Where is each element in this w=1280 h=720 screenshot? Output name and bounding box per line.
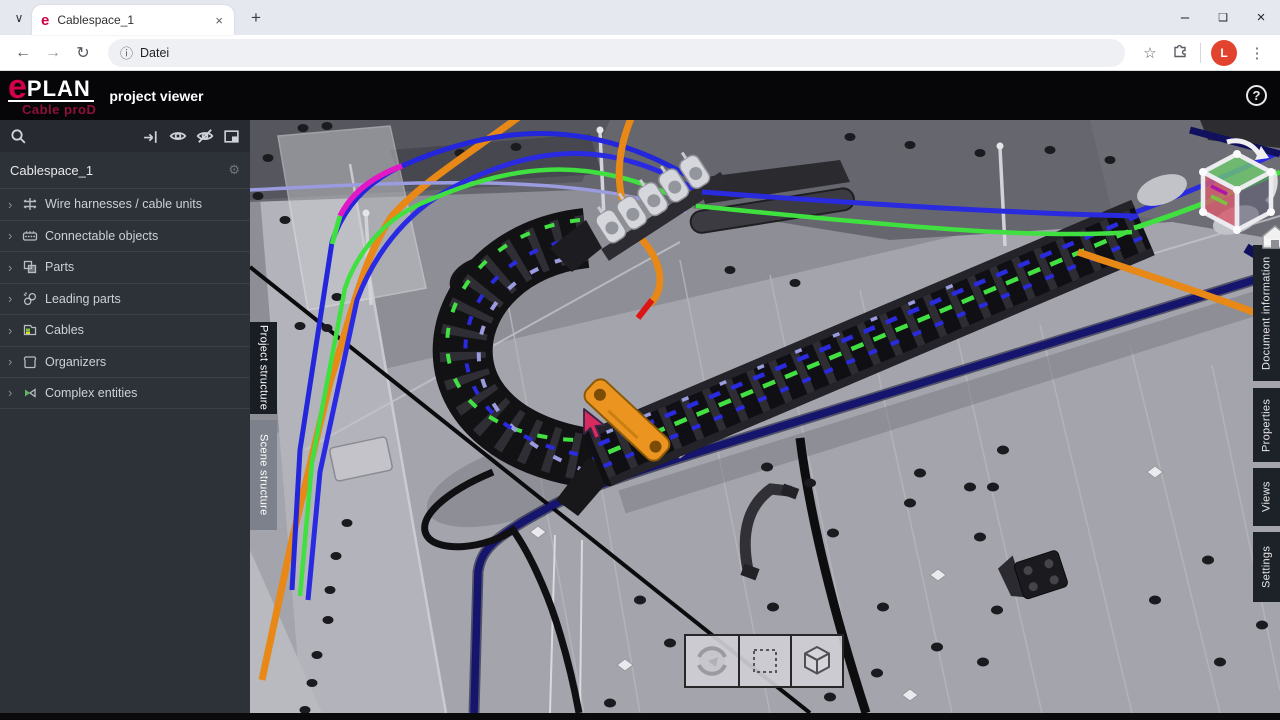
- browser-toolbar: ← → ↻ ⓘ Datei ☆ L ⋮: [0, 35, 1280, 71]
- leading-parts-icon: [22, 291, 38, 307]
- expand-chevron-icon[interactable]: ›: [8, 385, 20, 400]
- sidebar-item-label: Complex entities: [45, 386, 137, 400]
- wire-harness-icon: [22, 196, 38, 212]
- organizers-icon: [22, 354, 38, 370]
- tab-settings[interactable]: Settings: [1253, 532, 1280, 602]
- tab-project-structure[interactable]: Project structure: [250, 322, 277, 414]
- tab-views[interactable]: Views: [1253, 468, 1280, 526]
- address-bar[interactable]: ⓘ Datei: [108, 39, 1125, 67]
- cursor-pointer: [582, 408, 608, 442]
- isometric-view-button[interactable]: [790, 636, 842, 686]
- complex-entities-icon: [22, 385, 38, 401]
- home-icon[interactable]: [1263, 226, 1280, 248]
- expand-chevron-icon[interactable]: ›: [8, 323, 20, 338]
- forward-button[interactable]: →: [38, 44, 68, 62]
- sidebar-item-label: Organizers: [45, 355, 106, 369]
- box-select-button[interactable]: [738, 636, 790, 686]
- eplan-logo: ePLAN Cable proD: [8, 74, 96, 118]
- tab-properties[interactable]: Properties: [1253, 388, 1280, 462]
- parts-icon: [22, 259, 38, 275]
- expand-chevron-icon[interactable]: ›: [8, 291, 20, 306]
- sidebar-item-cables[interactable]: › Cables: [0, 314, 250, 346]
- project-name: Cablespace_1: [10, 163, 93, 178]
- project-settings-gear-icon[interactable]: ⚙: [228, 162, 240, 178]
- browser-tab[interactable]: e Cablespace_1 ×: [32, 5, 234, 35]
- app-header: ePLAN Cable proD project viewer ?: [0, 71, 1280, 120]
- site-info-icon[interactable]: ⓘ: [120, 43, 133, 62]
- sidebar-item-complex-entities[interactable]: › Complex entities: [0, 377, 250, 409]
- app-title: project viewer: [109, 88, 203, 104]
- sidebar-item-label: Connectable objects: [45, 229, 158, 243]
- sidebar-item-label: Leading parts: [45, 292, 121, 306]
- project-root-row[interactable]: Cablespace_1 ⚙: [0, 152, 250, 188]
- 3d-viewport[interactable]: Project structure Scene structure Docume…: [250, 120, 1280, 713]
- eplan-logo-e: e: [8, 74, 27, 101]
- tab-scene-structure[interactable]: Scene structure: [250, 420, 277, 530]
- close-window-button[interactable]: ×: [1242, 9, 1280, 26]
- eplan-favicon: e: [41, 12, 49, 29]
- orbit-view-icon: [694, 643, 730, 679]
- isometric-view-icon: [799, 643, 835, 679]
- cables-icon: [22, 322, 38, 338]
- view-mode-toolbar: [684, 634, 844, 688]
- fit-view-icon[interactable]: [223, 128, 240, 145]
- 3d-scene-canvas[interactable]: [250, 120, 1280, 713]
- profile-avatar[interactable]: L: [1211, 40, 1237, 66]
- restore-button[interactable]: ❑: [1204, 11, 1242, 24]
- bookmark-star-icon[interactable]: ☆: [1135, 44, 1165, 62]
- connectable-objects-icon: [22, 228, 38, 244]
- sidebar-item-organizers[interactable]: › Organizers: [0, 346, 250, 378]
- sidebar-item-label: Cables: [45, 323, 84, 337]
- browser-tab-strip: ∨ e Cablespace_1 × + – ❑ ×: [0, 0, 1280, 35]
- minimize-button[interactable]: –: [1166, 9, 1204, 26]
- window-controls: – ❑ ×: [1166, 0, 1280, 35]
- address-text: Datei: [140, 46, 169, 60]
- extensions-puzzle-icon[interactable]: [1165, 43, 1195, 63]
- show-eye-icon[interactable]: [169, 127, 187, 145]
- focus-selected-icon[interactable]: [143, 128, 160, 145]
- view-cube[interactable]: [1175, 130, 1280, 255]
- back-button[interactable]: ←: [8, 44, 38, 62]
- browser-menu-icon[interactable]: ⋮: [1242, 44, 1272, 62]
- sidebar-item-connectable-objects[interactable]: › Connectable objects: [0, 220, 250, 252]
- expand-chevron-icon[interactable]: ›: [8, 260, 20, 275]
- project-structure-panel: Cablespace_1 ⚙ › Wire harnesses / cable …: [0, 120, 250, 713]
- expand-chevron-icon[interactable]: ›: [8, 228, 20, 243]
- sidebar-item-label: Wire harnesses / cable units: [45, 197, 202, 211]
- sidebar-item-label: Parts: [45, 260, 74, 274]
- eplan-logo-plan: PLAN: [27, 79, 91, 100]
- orbit-view-button[interactable]: [686, 636, 738, 686]
- toolbar-separator: [1200, 43, 1201, 63]
- sidebar-toolbar: [0, 120, 250, 152]
- bottom-strip: [0, 713, 1280, 720]
- tab-search-chevron-icon[interactable]: ∨: [6, 5, 32, 31]
- new-tab-button[interactable]: +: [244, 8, 268, 28]
- box-select-icon: [747, 643, 783, 679]
- expand-chevron-icon[interactable]: ›: [8, 197, 20, 212]
- help-button[interactable]: ?: [1246, 85, 1267, 106]
- sidebar-item-parts[interactable]: › Parts: [0, 251, 250, 283]
- eplan-logo-subtitle: Cable proD: [22, 102, 96, 117]
- search-icon[interactable]: [10, 128, 27, 145]
- expand-chevron-icon[interactable]: ›: [8, 354, 20, 369]
- tab-close-icon[interactable]: ×: [213, 13, 225, 28]
- tab-title: Cablespace_1: [57, 13, 213, 27]
- hide-eye-off-icon[interactable]: [196, 127, 214, 145]
- sidebar-item-wire-harnesses[interactable]: › Wire harnesses / cable units: [0, 188, 250, 220]
- reload-button[interactable]: ↻: [68, 43, 98, 63]
- tab-document-information[interactable]: Document information: [1253, 245, 1280, 381]
- sidebar-item-leading-parts[interactable]: › Leading parts: [0, 283, 250, 315]
